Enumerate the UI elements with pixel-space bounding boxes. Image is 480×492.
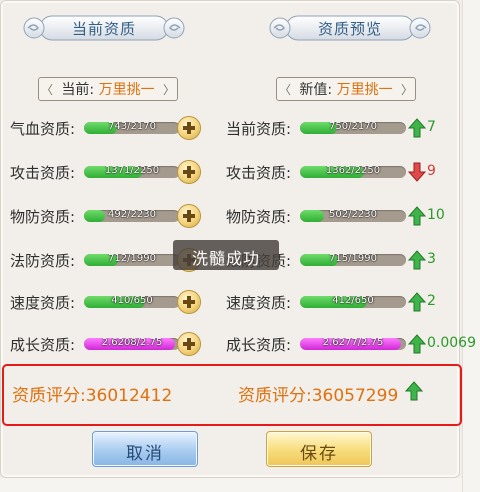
up-arrow-icon <box>408 206 426 226</box>
current-stat-bar: 743/2170 <box>84 122 180 134</box>
preview-score: 资质评分:36057299 <box>238 386 399 406</box>
score-up-arrow-icon <box>405 381 423 401</box>
current-stat-bar: 492/2230 <box>84 210 180 222</box>
preview-qualification-banner: 资质预览 <box>262 12 438 44</box>
current-score: 资质评分:36012412 <box>12 386 173 406</box>
preview-stat-bar: 502/2230 <box>300 210 406 222</box>
up-arrow-icon <box>408 334 426 354</box>
preview-stat-bar: 412/650 <box>300 296 406 308</box>
preview-stat-value: 750/2170 <box>329 122 377 132</box>
preview-grade-prefix: 新值: <box>299 82 333 98</box>
current-grade-box: 〈 当前: 万里挑一 〉 <box>38 77 178 101</box>
stat-delta: 3 <box>427 251 436 267</box>
stat-delta: 0.0069 <box>427 335 476 351</box>
current-stat-value: 492/2230 <box>108 210 156 220</box>
preview-grade-box: 〈 新值: 万里挑一 〉 <box>276 77 416 101</box>
up-arrow-icon <box>408 118 426 138</box>
current-qualification-title: 当前资质 <box>71 20 136 38</box>
stat-delta: 7 <box>427 119 436 135</box>
cancel-button-label: 取消 <box>126 444 164 464</box>
add-stat-button[interactable] <box>178 205 200 227</box>
current-stat-bar: 712/1990 <box>84 254 180 266</box>
window-bottom-edge <box>0 478 462 492</box>
stat-label: 攻击资质: <box>10 164 76 182</box>
preview-stat-label: 成长资质: <box>226 336 292 354</box>
current-stat-value: 743/2170 <box>108 122 156 132</box>
preview-stat-bar: 2.6277/2.75 <box>300 338 406 350</box>
stat-delta: 9 <box>427 163 436 179</box>
up-arrow-icon <box>408 292 426 312</box>
current-stat-bar: 1371/2250 <box>84 166 180 178</box>
bracket-right-icon: 〉 <box>400 83 413 97</box>
up-arrow-icon <box>408 250 426 270</box>
save-button[interactable]: 保存 <box>266 431 372 467</box>
stat-label: 速度资质: <box>10 294 76 312</box>
bracket-right-icon: 〉 <box>162 83 175 97</box>
current-stat-value: 2.6208/2.75 <box>101 338 163 348</box>
current-stat-value: 410/650 <box>111 296 153 306</box>
save-button-label: 保存 <box>300 444 338 464</box>
add-stat-button[interactable] <box>178 333 200 355</box>
down-arrow-icon <box>408 162 426 182</box>
preview-stat-label: 攻击资质: <box>226 164 292 182</box>
preview-stat-bar: 1362/2250 <box>300 166 406 178</box>
current-stat-bar: 2.6208/2.75 <box>84 338 180 350</box>
current-qualification-banner: 当前资质 <box>16 12 192 44</box>
preview-stat-value: 412/650 <box>332 296 374 306</box>
preview-stat-value: 715/1990 <box>329 254 377 264</box>
current-grade-prefix: 当前: <box>61 82 95 98</box>
current-stat-value: 1371/2250 <box>104 166 160 176</box>
preview-stat-value: 502/2230 <box>329 210 377 220</box>
preview-grade-name: 万里挑一 <box>336 82 393 98</box>
toast-text: 洗髓成功 <box>191 249 260 268</box>
stat-label: 成长资质: <box>10 336 76 354</box>
stat-delta: 2 <box>427 293 436 309</box>
stat-label: 法防资质: <box>10 252 76 270</box>
preview-stat-value: 2.6277/2.75 <box>322 338 384 348</box>
success-toast: 洗髓成功 <box>173 240 279 270</box>
cancel-button[interactable]: 取消 <box>92 431 198 467</box>
preview-stat-bar: 715/1990 <box>300 254 406 266</box>
current-grade-name: 万里挑一 <box>98 82 155 98</box>
preview-stat-value: 1362/2250 <box>325 166 381 176</box>
current-stat-bar: 410/650 <box>84 296 180 308</box>
add-stat-button[interactable] <box>178 161 200 183</box>
window-edge <box>462 0 480 492</box>
preview-stat-label: 速度资质: <box>226 294 292 312</box>
add-stat-button[interactable] <box>178 117 200 139</box>
stat-label: 物防资质: <box>10 208 76 226</box>
preview-stat-label: 物防资质: <box>226 208 292 226</box>
stat-label: 气血资质: <box>10 120 76 138</box>
current-stat-value: 712/1990 <box>108 254 156 264</box>
preview-stat-bar: 750/2170 <box>300 122 406 134</box>
stat-delta: 10 <box>427 207 445 223</box>
add-stat-button[interactable] <box>178 291 200 313</box>
preview-stat-label: 当前资质: <box>226 120 292 138</box>
preview-qualification-title: 资质预览 <box>317 20 382 38</box>
